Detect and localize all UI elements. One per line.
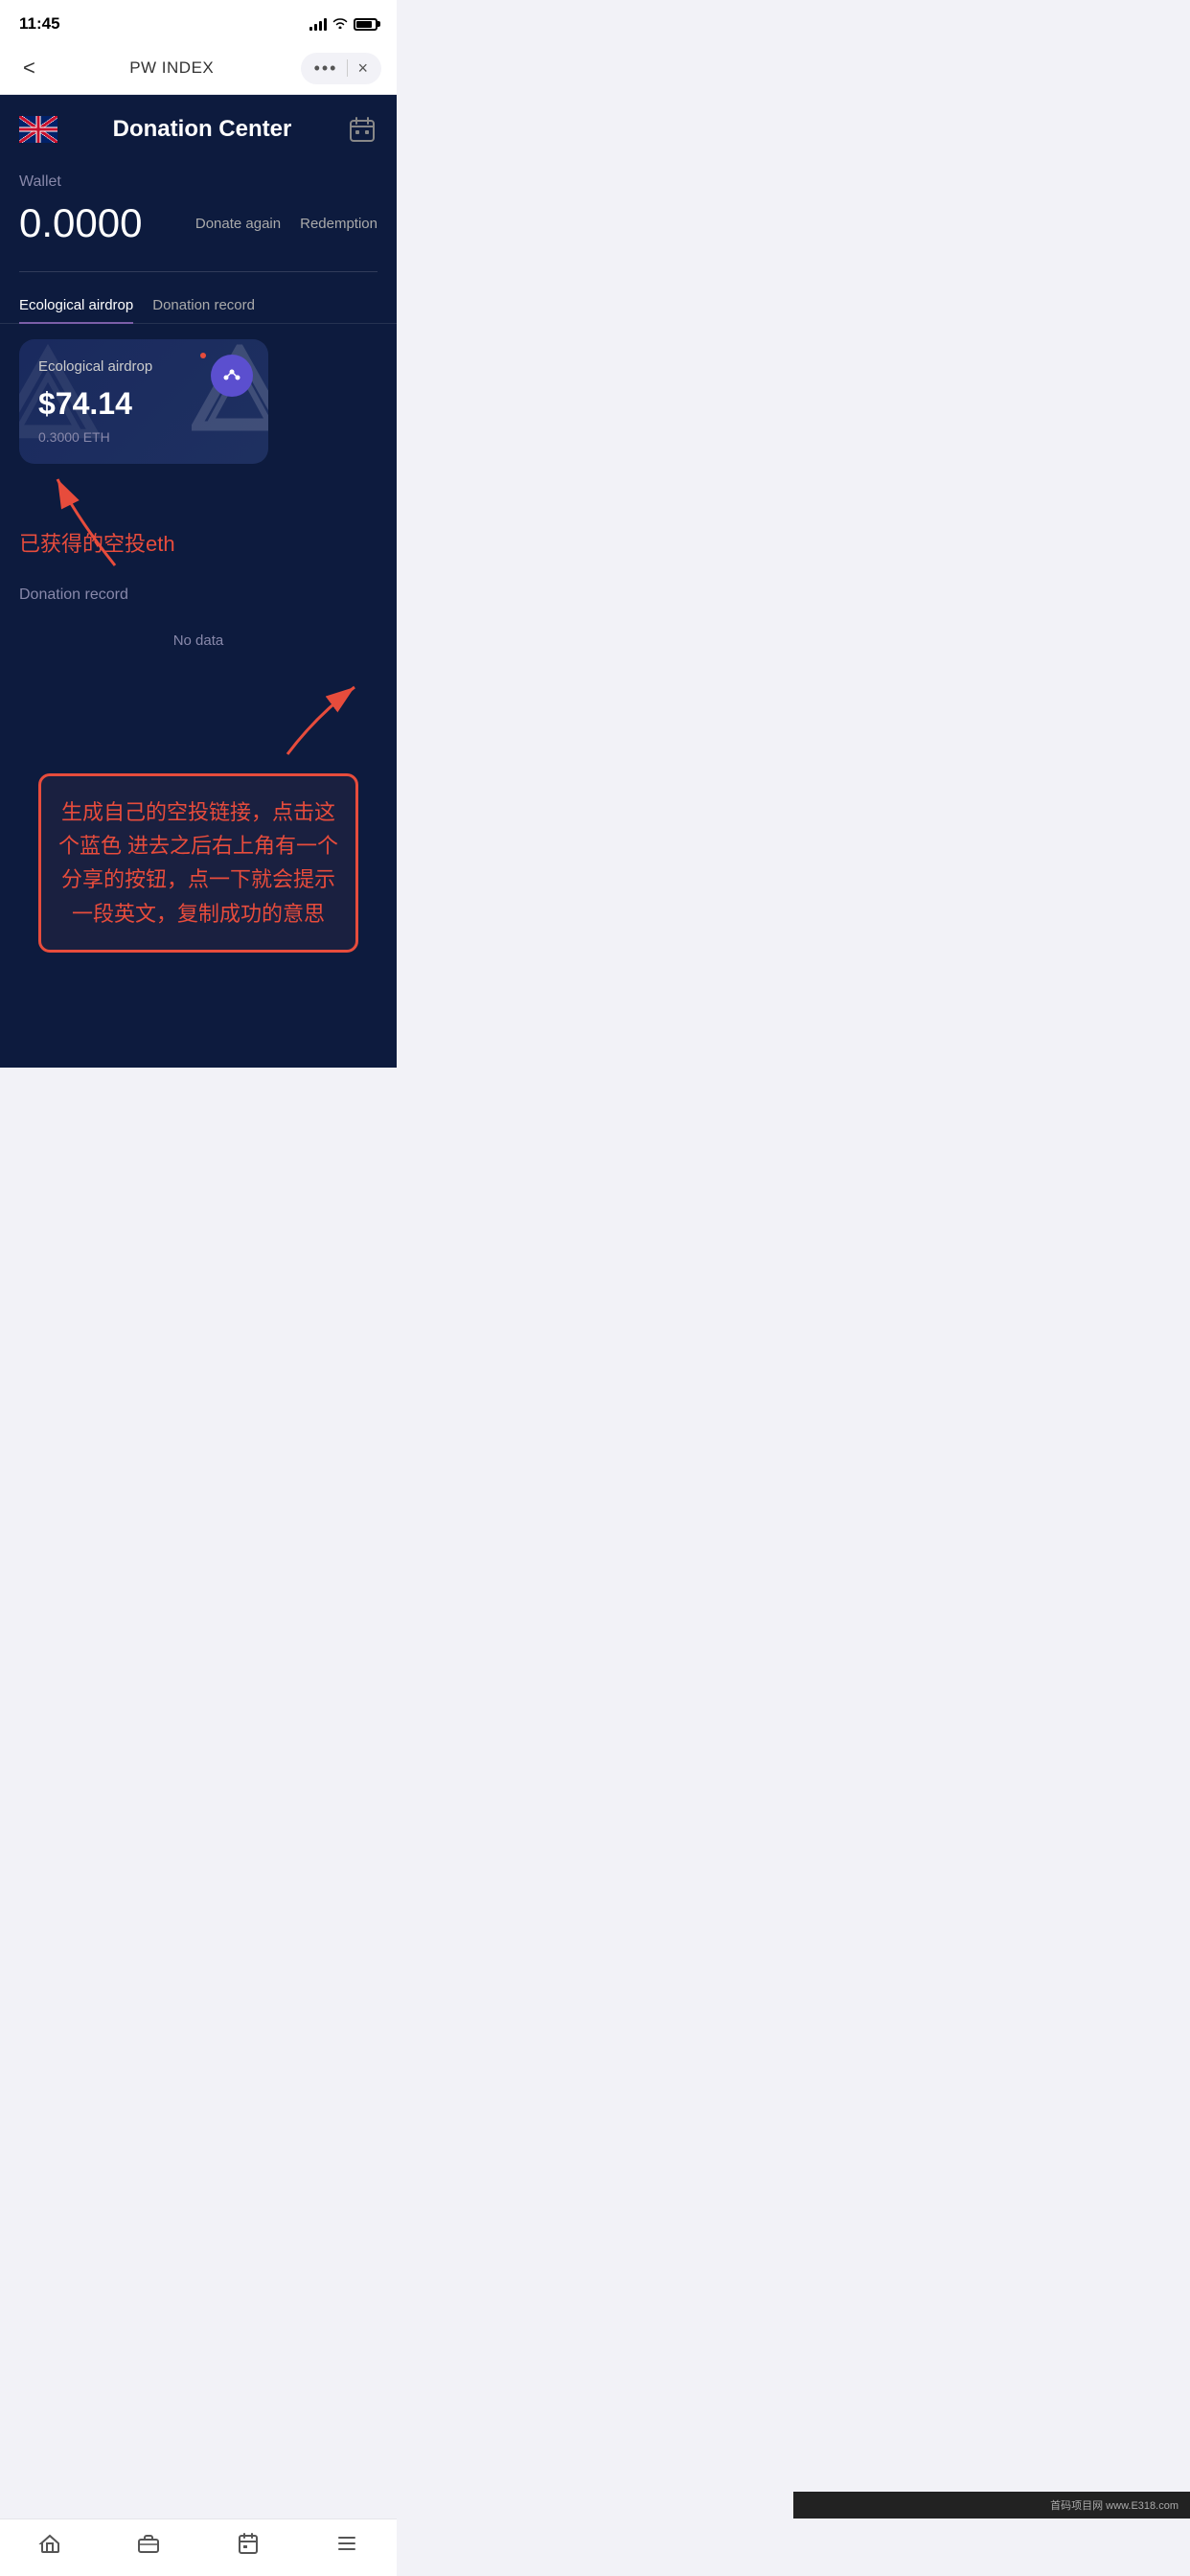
signal-icon	[309, 17, 327, 31]
status-bar: 11:45	[0, 0, 397, 42]
flag-icon[interactable]	[19, 116, 57, 143]
tab-bar-home[interactable]	[0, 2532, 100, 2561]
wallet-balance-row: 0.0000 Donate again Redemption	[19, 200, 378, 246]
nav-bar: < PW INDEX ••• ×	[0, 42, 397, 95]
tab-ecological[interactable]: Ecological airdrop	[19, 288, 152, 323]
share-network-button[interactable]	[211, 355, 253, 397]
notification-dot	[200, 353, 206, 358]
page-header: Donation Center	[0, 95, 397, 154]
tab-bar	[0, 2518, 397, 2576]
no-data-text: No data	[19, 623, 378, 678]
tab-bar-schedule[interactable]	[198, 2532, 298, 2561]
airdrop-label: 已获得的空投eth	[19, 527, 378, 558]
nav-title: PW INDEX	[129, 58, 214, 78]
hamburger-icon	[335, 2532, 358, 2561]
nav-divider	[347, 59, 348, 77]
close-button[interactable]: ×	[357, 58, 368, 79]
card-eth: 0.3000 ETH	[38, 429, 249, 445]
redemption-button[interactable]: Redemption	[300, 216, 378, 232]
schedule-icon	[237, 2532, 260, 2561]
battery-icon	[354, 18, 378, 31]
wallet-label: Wallet	[19, 173, 378, 191]
status-time: 11:45	[19, 14, 60, 34]
home-icon	[38, 2532, 61, 2561]
wallet-actions: Donate again Redemption	[195, 216, 378, 232]
nav-actions: ••• ×	[301, 53, 381, 84]
annotation-box-area: 生成自己的空投链接，点击这个蓝色 进去之后右上角有一个分享的按钮，点一下就会提示…	[0, 687, 397, 953]
tab-bar-briefcase[interactable]	[100, 2532, 199, 2561]
donation-record-label: Donation record	[19, 586, 378, 604]
more-options-button[interactable]: •••	[314, 58, 338, 79]
main-content: Donation Center Wallet 0.0000 Donate aga…	[0, 95, 397, 1068]
calendar-icon[interactable]	[347, 114, 378, 145]
tab-bar-menu[interactable]	[298, 2532, 398, 2561]
annotation-area: 已获得的空投eth	[0, 479, 397, 558]
briefcase-icon	[137, 2532, 160, 2561]
wallet-divider	[19, 271, 378, 272]
page-title: Donation Center	[113, 116, 292, 143]
wallet-balance: 0.0000	[19, 200, 142, 246]
annotation-box-text: 生成自己的空投链接，点击这个蓝色 进去之后右上角有一个分享的按钮，点一下就会提示…	[57, 795, 340, 931]
status-icons	[309, 16, 378, 32]
annotation-arrow-svg	[19, 687, 378, 764]
wallet-section: Wallet 0.0000 Donate again Redemption	[0, 154, 397, 256]
airdrop-card: Ecological airdrop $74.14 0.3000 ETH	[19, 339, 268, 464]
tab-donation[interactable]: Donation record	[152, 288, 274, 323]
back-button[interactable]: <	[15, 52, 43, 84]
cards-container: Ecological airdrop $74.14 0.3000 ETH	[0, 324, 397, 479]
donation-record-section: Donation record No data	[0, 567, 397, 687]
wifi-icon	[332, 16, 348, 32]
annotation-box: 生成自己的空投链接，点击这个蓝色 进去之后右上角有一个分享的按钮，点一下就会提示…	[38, 773, 358, 953]
donate-again-button[interactable]: Donate again	[195, 216, 281, 232]
tabs-row: Ecological airdrop Donation record	[0, 288, 397, 324]
